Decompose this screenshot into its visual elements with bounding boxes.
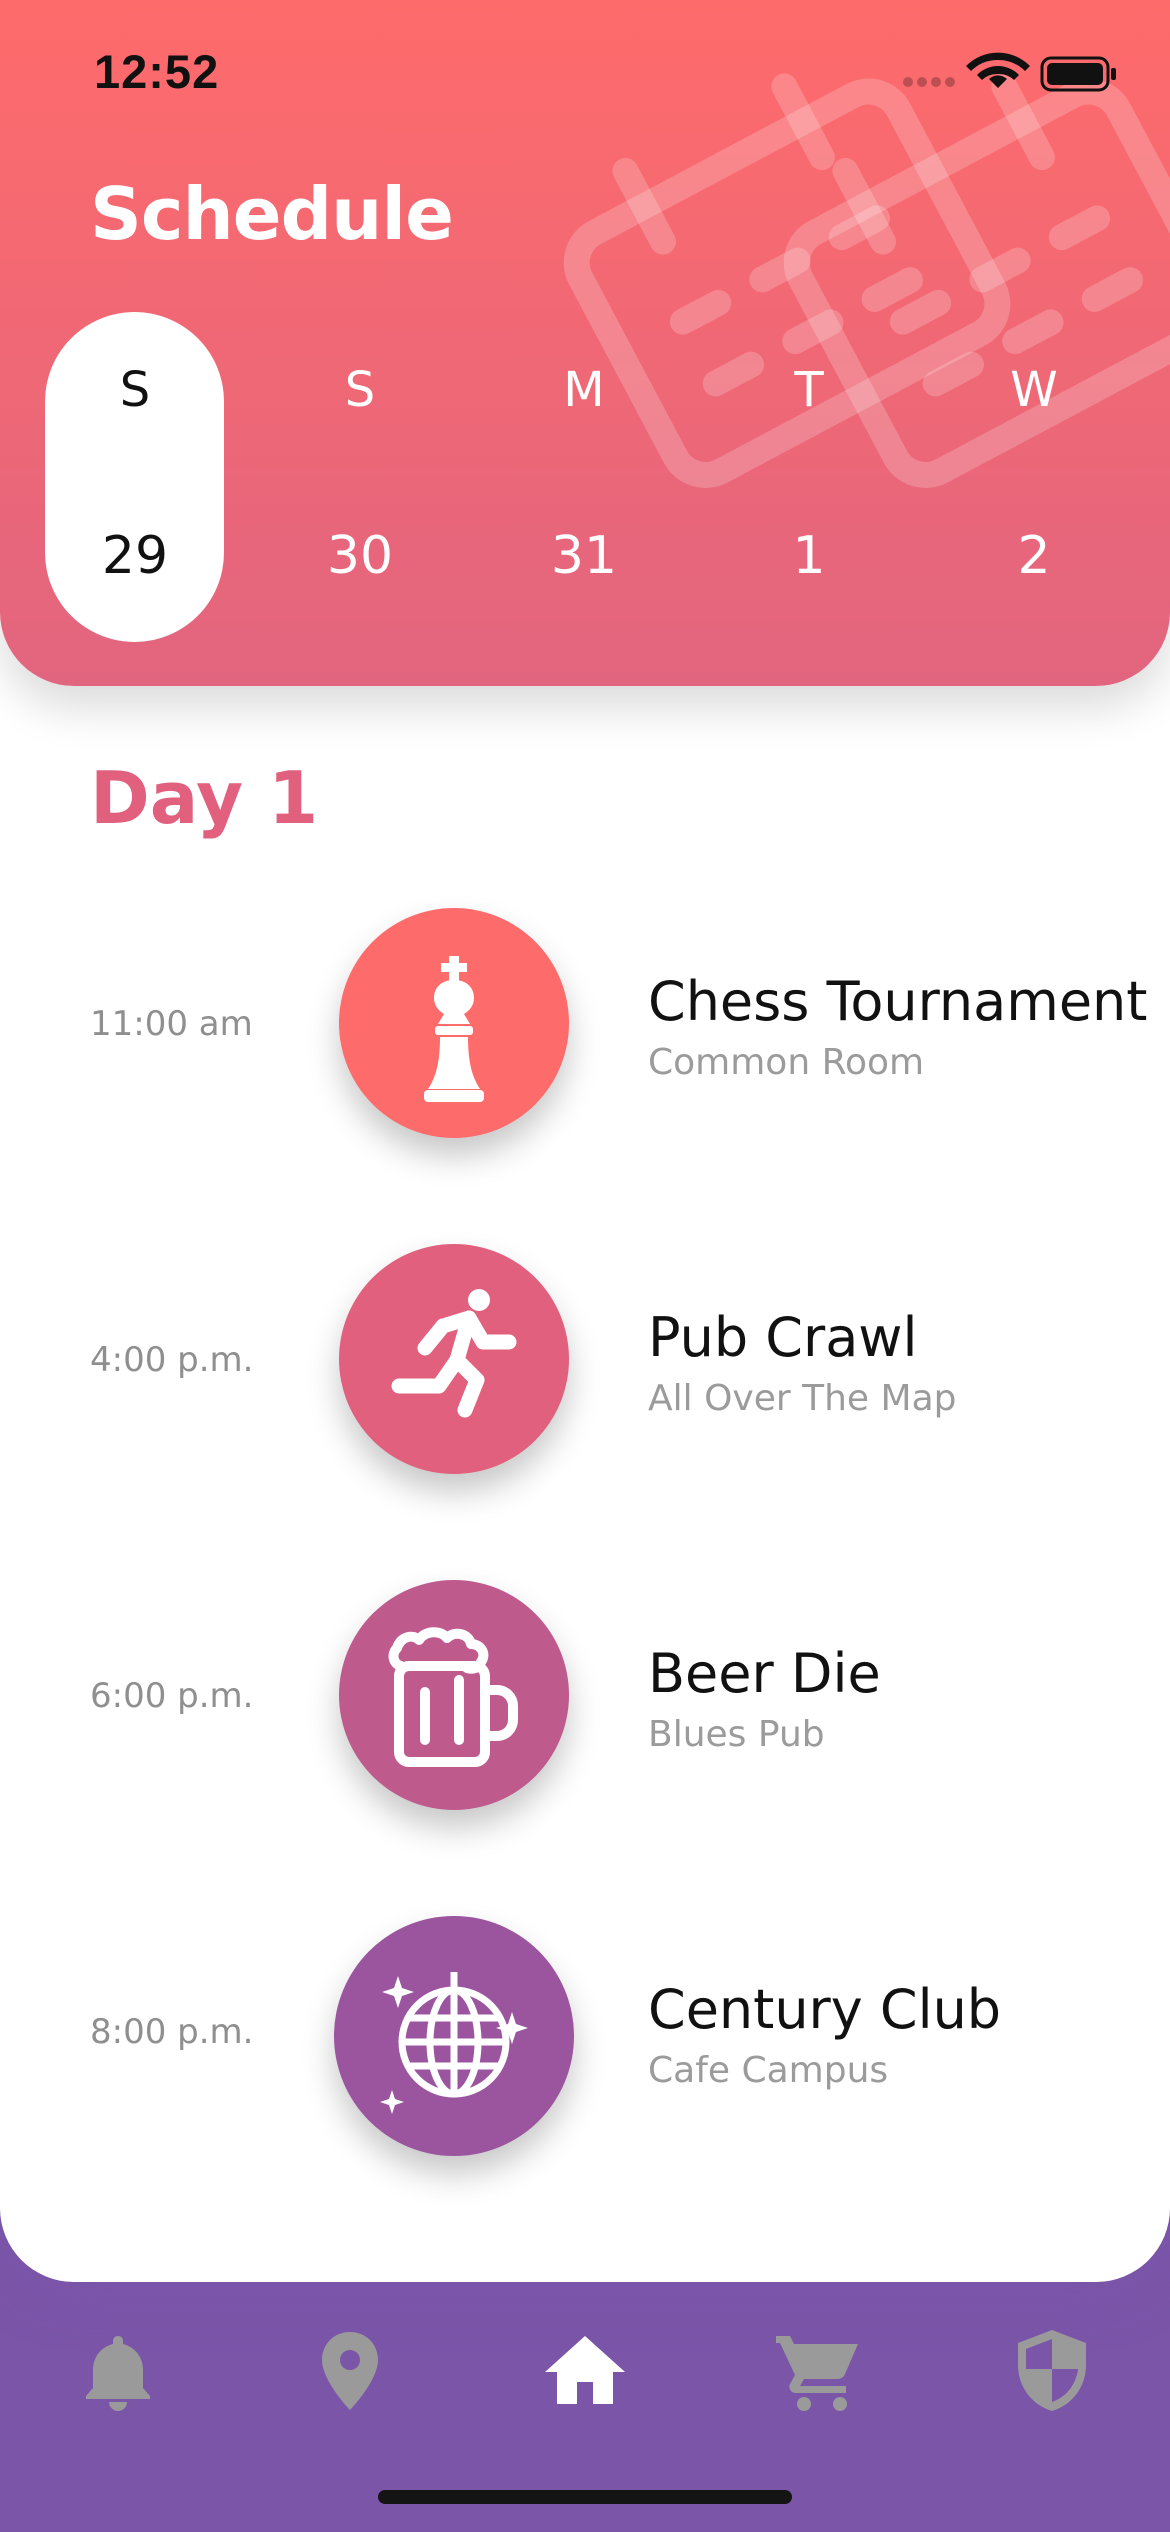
running-person-icon [391, 1289, 517, 1418]
event-time: 8:00 p.m. [90, 2012, 254, 2052]
status-indicators [903, 52, 1116, 92]
event-row[interactable]: 8:00 p.m. Century Club Cafe Campus [0, 1916, 1170, 2156]
tab-cart[interactable] [770, 2322, 866, 2418]
event-row[interactable]: 4:00 p.m. Pub Crawl All Over The Map [0, 1244, 1170, 1484]
cart-icon [776, 2336, 858, 2411]
page-title: Schedule [90, 172, 454, 256]
battery-icon [1040, 56, 1116, 92]
day-letter: S [119, 362, 151, 418]
tab-security[interactable] [1004, 2322, 1100, 2418]
event-time: 11:00 am [90, 1004, 253, 1044]
day-number: 30 [326, 526, 394, 586]
day-number: 29 [101, 526, 169, 586]
map-pin-icon [322, 2332, 378, 2410]
event-title: Chess Tournament [648, 970, 1148, 1033]
schedule-screen: 12:52 Schedule S 29 S 30 M 31 T 1 W 2 Da… [0, 0, 1170, 2532]
day-letter: M [563, 362, 605, 418]
event-title: Pub Crawl [648, 1306, 918, 1369]
day-letter: S [344, 362, 376, 418]
bell-icon [86, 2336, 150, 2411]
event-icon-circle [334, 1916, 574, 2156]
chess-king-icon [424, 956, 484, 1102]
event-location: All Over The Map [648, 1378, 957, 1419]
event-time: 4:00 p.m. [90, 1340, 254, 1380]
day-letter: T [794, 362, 824, 418]
event-icon-circle [339, 1580, 569, 1810]
day-number: 2 [1017, 526, 1051, 586]
event-location: Blues Pub [648, 1714, 825, 1755]
wifi-icon [966, 52, 1030, 88]
event-time: 6:00 p.m. [90, 1676, 254, 1716]
event-location: Cafe Campus [648, 2050, 889, 2091]
tab-home[interactable] [537, 2322, 633, 2418]
day-number: 31 [550, 526, 618, 586]
day-number: 1 [792, 526, 826, 586]
tab-notifications[interactable] [70, 2322, 166, 2418]
section-title: Day 1 [90, 756, 319, 840]
event-title: Century Club [648, 1978, 1002, 2041]
disco-ball-icon [380, 1972, 528, 2114]
calendar-watermark-icon [563, 73, 1170, 488]
event-row[interactable]: 6:00 p.m. Beer Die Blues Pub [0, 1580, 1170, 1820]
schedule-header: 12:52 Schedule S 29 S 30 M 31 T 1 W 2 [0, 0, 1170, 686]
home-indicator [378, 2490, 792, 2504]
day-letter: W [1010, 362, 1058, 418]
event-icon-circle [339, 1244, 569, 1474]
event-title: Beer Die [648, 1642, 881, 1705]
beer-mug-icon [388, 1627, 518, 1767]
home-icon [545, 2336, 625, 2404]
tab-map[interactable] [302, 2322, 398, 2418]
event-icon-circle [339, 908, 569, 1138]
event-row[interactable]: 11:00 am Chess Tournament Common Room [0, 908, 1170, 1148]
status-time: 12:52 [94, 45, 220, 98]
shield-icon [1018, 2330, 1086, 2411]
signal-icon [903, 77, 955, 87]
event-location: Common Room [648, 1042, 925, 1083]
